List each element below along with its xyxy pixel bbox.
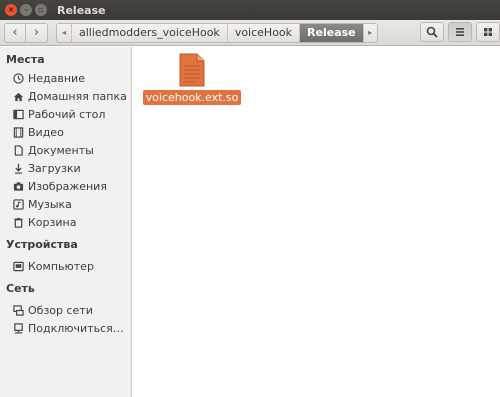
- sidebar-item-label: Изображения: [28, 179, 107, 193]
- desktop-icon: [12, 108, 24, 120]
- shared-library-file-icon: [179, 53, 205, 87]
- sidebar-item-connect-server[interactable]: Подключиться…: [0, 319, 131, 337]
- video-icon: [12, 126, 24, 138]
- window-controls: × – ▫: [5, 4, 47, 16]
- list-view-button[interactable]: [448, 22, 472, 42]
- sidebar-item-music[interactable]: Музыка: [0, 195, 131, 213]
- sidebar-item-videos[interactable]: Видео: [0, 123, 131, 141]
- drive-icon: [12, 260, 24, 272]
- sidebar-item-label: Документы: [28, 143, 94, 157]
- trash-icon: [12, 216, 24, 228]
- chevron-right-icon: ›: [33, 25, 40, 40]
- clock-icon: [12, 72, 24, 84]
- sidebar-item-label: Недавние: [28, 71, 85, 85]
- sidebar: Места Недавние Домашняя папка Рабочий ст…: [0, 47, 132, 397]
- list-icon: [456, 28, 464, 36]
- sidebar-item-label: Компьютер: [28, 259, 94, 273]
- sidebar-item-downloads[interactable]: Загрузки: [0, 159, 131, 177]
- server-icon: [12, 322, 24, 334]
- sidebar-item-label: Корзина: [28, 215, 77, 229]
- sidebar-item-trash[interactable]: Корзина: [0, 213, 131, 231]
- breadcrumb-release[interactable]: Release: [299, 23, 363, 42]
- toolbar: ‹ › ◂ alliedmodders_voiceHook voiceHook …: [0, 20, 500, 46]
- camera-icon: [12, 180, 24, 192]
- file-view[interactable]: voicehook.ext.so: [133, 47, 500, 397]
- sidebar-item-label: Подключиться…: [28, 321, 124, 335]
- sidebar-item-label: Видео: [28, 125, 64, 139]
- grid-view-button[interactable]: [476, 22, 500, 42]
- breadcrumb: ◂ alliedmodders_voiceHook voiceHook Rele…: [56, 22, 378, 43]
- sidebar-item-pictures[interactable]: Изображения: [0, 177, 131, 195]
- maximize-icon[interactable]: ▫: [35, 4, 47, 16]
- sidebar-item-recent[interactable]: Недавние: [0, 69, 131, 87]
- forward-button[interactable]: ›: [26, 22, 48, 43]
- file-name: voicehook.ext.so: [142, 90, 242, 105]
- network-header: Сеть: [6, 282, 35, 295]
- sidebar-item-label: Обзор сети: [28, 303, 93, 317]
- breadcrumb-scroll-right-icon[interactable]: ▸: [362, 23, 377, 42]
- music-icon: [12, 198, 24, 210]
- download-icon: [12, 162, 24, 174]
- sidebar-item-home[interactable]: Домашняя папка: [0, 87, 131, 105]
- back-button[interactable]: ‹: [4, 22, 26, 43]
- sidebar-item-documents[interactable]: Документы: [0, 141, 131, 159]
- document-icon: [12, 144, 24, 156]
- file-item[interactable]: voicehook.ext.so: [142, 53, 242, 105]
- window-title: Release: [57, 3, 106, 17]
- toolbar-right: [420, 22, 500, 42]
- sidebar-item-browse-network[interactable]: Обзор сети: [0, 301, 131, 319]
- chevron-left-icon: ‹: [12, 25, 18, 40]
- sidebar-item-label: Загрузки: [28, 161, 81, 175]
- close-icon[interactable]: ×: [5, 4, 17, 16]
- home-icon: [12, 90, 24, 102]
- search-button[interactable]: [420, 22, 444, 42]
- breadcrumb-voicehook[interactable]: voiceHook: [226, 23, 299, 42]
- grid-icon: [484, 28, 492, 36]
- places-header: Места: [6, 53, 45, 66]
- breadcrumb-alliedmodders[interactable]: alliedmodders_voiceHook: [71, 23, 227, 42]
- breadcrumb-scroll-left-icon[interactable]: ◂: [57, 24, 71, 42]
- sidebar-item-label: Рабочий стол: [28, 107, 106, 121]
- network-icon: [12, 304, 24, 316]
- sidebar-item-label: Музыка: [28, 197, 72, 211]
- title-bar: × – ▫ Release: [0, 0, 500, 20]
- sidebar-item-label: Домашняя папка: [28, 89, 127, 103]
- minimize-icon[interactable]: –: [20, 4, 32, 16]
- devices-header: Устройства: [6, 238, 78, 251]
- sidebar-item-desktop[interactable]: Рабочий стол: [0, 105, 131, 123]
- search-icon: [426, 26, 438, 38]
- sidebar-item-computer[interactable]: Компьютер: [0, 257, 131, 275]
